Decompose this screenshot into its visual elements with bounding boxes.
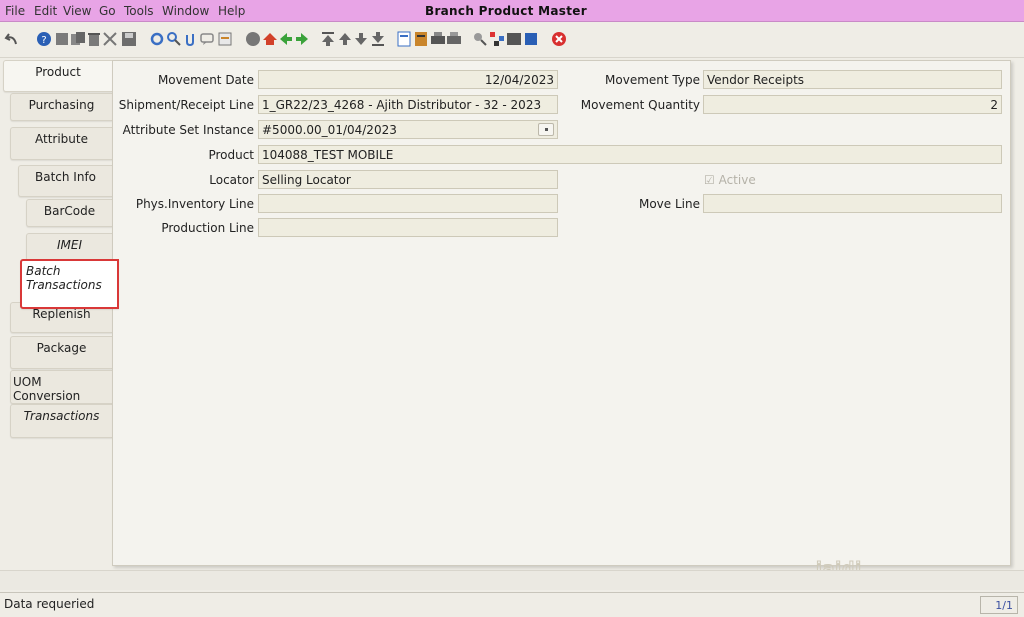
movement-type-field[interactable]: Vendor Receipts bbox=[703, 70, 1002, 89]
product-info-icon[interactable] bbox=[523, 31, 539, 47]
attribute-set-instance-field[interactable]: #5000.00_01/04/2023 bbox=[258, 120, 558, 139]
first-icon[interactable] bbox=[320, 31, 336, 47]
menu-tools[interactable]: Tools bbox=[124, 4, 154, 18]
move-line-label: Move Line bbox=[638, 197, 700, 211]
archive-icon[interactable] bbox=[413, 31, 429, 47]
locator-field[interactable]: Selling Locator bbox=[258, 170, 558, 189]
help-icon[interactable]: ? bbox=[36, 31, 52, 47]
previous-icon[interactable] bbox=[337, 31, 353, 47]
tab-strip: Product Purchasing Attribute Batch Info … bbox=[0, 58, 119, 578]
new-icon[interactable] bbox=[54, 31, 70, 47]
active-label: Active bbox=[718, 173, 756, 187]
shipment-line-field[interactable]: 1_GR22/23_4268 - Ajith Distributor - 32 … bbox=[258, 95, 558, 114]
movement-date-label: Movement Date bbox=[157, 73, 254, 87]
movement-quantity-field[interactable]: 2 bbox=[703, 95, 1002, 114]
tab-barcode[interactable]: BarCode bbox=[26, 199, 112, 227]
zoom-across-icon[interactable] bbox=[472, 31, 488, 47]
toolbar: ? bbox=[0, 22, 1024, 58]
menu-edit[interactable]: Edit bbox=[34, 4, 57, 18]
next-icon[interactable] bbox=[353, 31, 369, 47]
product-field[interactable]: 104088_TEST MOBILE bbox=[258, 145, 1002, 164]
status-message: Data requeried bbox=[4, 597, 95, 611]
print-icon[interactable] bbox=[430, 31, 446, 47]
product-label: Product bbox=[208, 148, 254, 162]
request-icon[interactable] bbox=[506, 31, 522, 47]
tab-imei[interactable]: IMEI bbox=[26, 233, 112, 261]
undo-icon[interactable] bbox=[4, 31, 20, 47]
tab-attribute[interactable]: Attribute bbox=[10, 127, 112, 160]
tab-purchasing[interactable]: Purchasing bbox=[10, 93, 112, 121]
attachment-icon[interactable] bbox=[183, 31, 199, 47]
tab-batch-info[interactable]: Batch Info bbox=[18, 165, 112, 197]
production-line-label: Production Line bbox=[161, 221, 254, 235]
tab-batch-transactions[interactable]: Batch Transactions bbox=[20, 259, 119, 309]
menu-file[interactable]: File bbox=[5, 4, 25, 18]
forward-icon[interactable] bbox=[294, 31, 310, 47]
workflow-icon[interactable] bbox=[489, 31, 505, 47]
move-line-field[interactable] bbox=[703, 194, 1002, 213]
movement-date-field[interactable]: 12/04/2023 bbox=[258, 70, 558, 89]
print-preview-icon[interactable] bbox=[446, 31, 462, 47]
movement-quantity-label: Movement Quantity bbox=[580, 98, 700, 112]
window-title: Branch Product Master bbox=[425, 4, 587, 18]
save-icon[interactable] bbox=[121, 31, 137, 47]
locator-label: Locator bbox=[209, 173, 254, 187]
back-icon[interactable] bbox=[278, 31, 294, 47]
active-checkbox[interactable]: ☑ Active bbox=[704, 173, 756, 187]
exit-icon[interactable] bbox=[551, 31, 567, 47]
delete-selection-icon[interactable] bbox=[102, 31, 118, 47]
tab-product[interactable]: Product bbox=[3, 60, 112, 92]
phys-inventory-line-field[interactable] bbox=[258, 194, 558, 213]
parent-icon[interactable] bbox=[262, 31, 278, 47]
horizontal-scrollbar[interactable] bbox=[0, 570, 1024, 590]
find-icon[interactable] bbox=[166, 31, 182, 47]
history-icon[interactable] bbox=[217, 31, 233, 47]
shipment-line-label: Shipment/Receipt Line bbox=[118, 98, 254, 112]
production-line-field[interactable] bbox=[258, 218, 558, 237]
status-bar: Data requeried 1/1 bbox=[0, 592, 1024, 617]
last-icon[interactable] bbox=[370, 31, 386, 47]
movement-type-label: Movement Type bbox=[605, 73, 700, 87]
chat-icon[interactable] bbox=[199, 31, 215, 47]
menu-help[interactable]: Help bbox=[218, 4, 245, 18]
attribute-picker-button[interactable] bbox=[538, 123, 554, 136]
menu-bar: File Edit View Go Tools Window Help Bran… bbox=[0, 0, 1024, 22]
svg-text:?: ? bbox=[41, 35, 46, 46]
copy-icon[interactable] bbox=[70, 31, 86, 47]
attribute-set-instance-label: Attribute Set Instance bbox=[122, 123, 254, 137]
tab-uom-conversion[interactable]: UOM Conversion bbox=[10, 370, 112, 404]
report-icon[interactable] bbox=[396, 31, 412, 47]
refresh-icon[interactable] bbox=[149, 31, 165, 47]
tab-transactions[interactable]: Transactions bbox=[10, 404, 112, 438]
menu-window[interactable]: Window bbox=[162, 4, 209, 18]
phys-inventory-line-label: Phys.Inventory Line bbox=[135, 197, 254, 211]
tab-package[interactable]: Package bbox=[10, 336, 112, 369]
home-icon[interactable] bbox=[245, 31, 261, 47]
delete-icon[interactable] bbox=[86, 31, 102, 47]
menu-go[interactable]: Go bbox=[99, 4, 116, 18]
record-count-button[interactable]: 1/1 bbox=[980, 596, 1018, 614]
menu-view[interactable]: View bbox=[63, 4, 91, 18]
